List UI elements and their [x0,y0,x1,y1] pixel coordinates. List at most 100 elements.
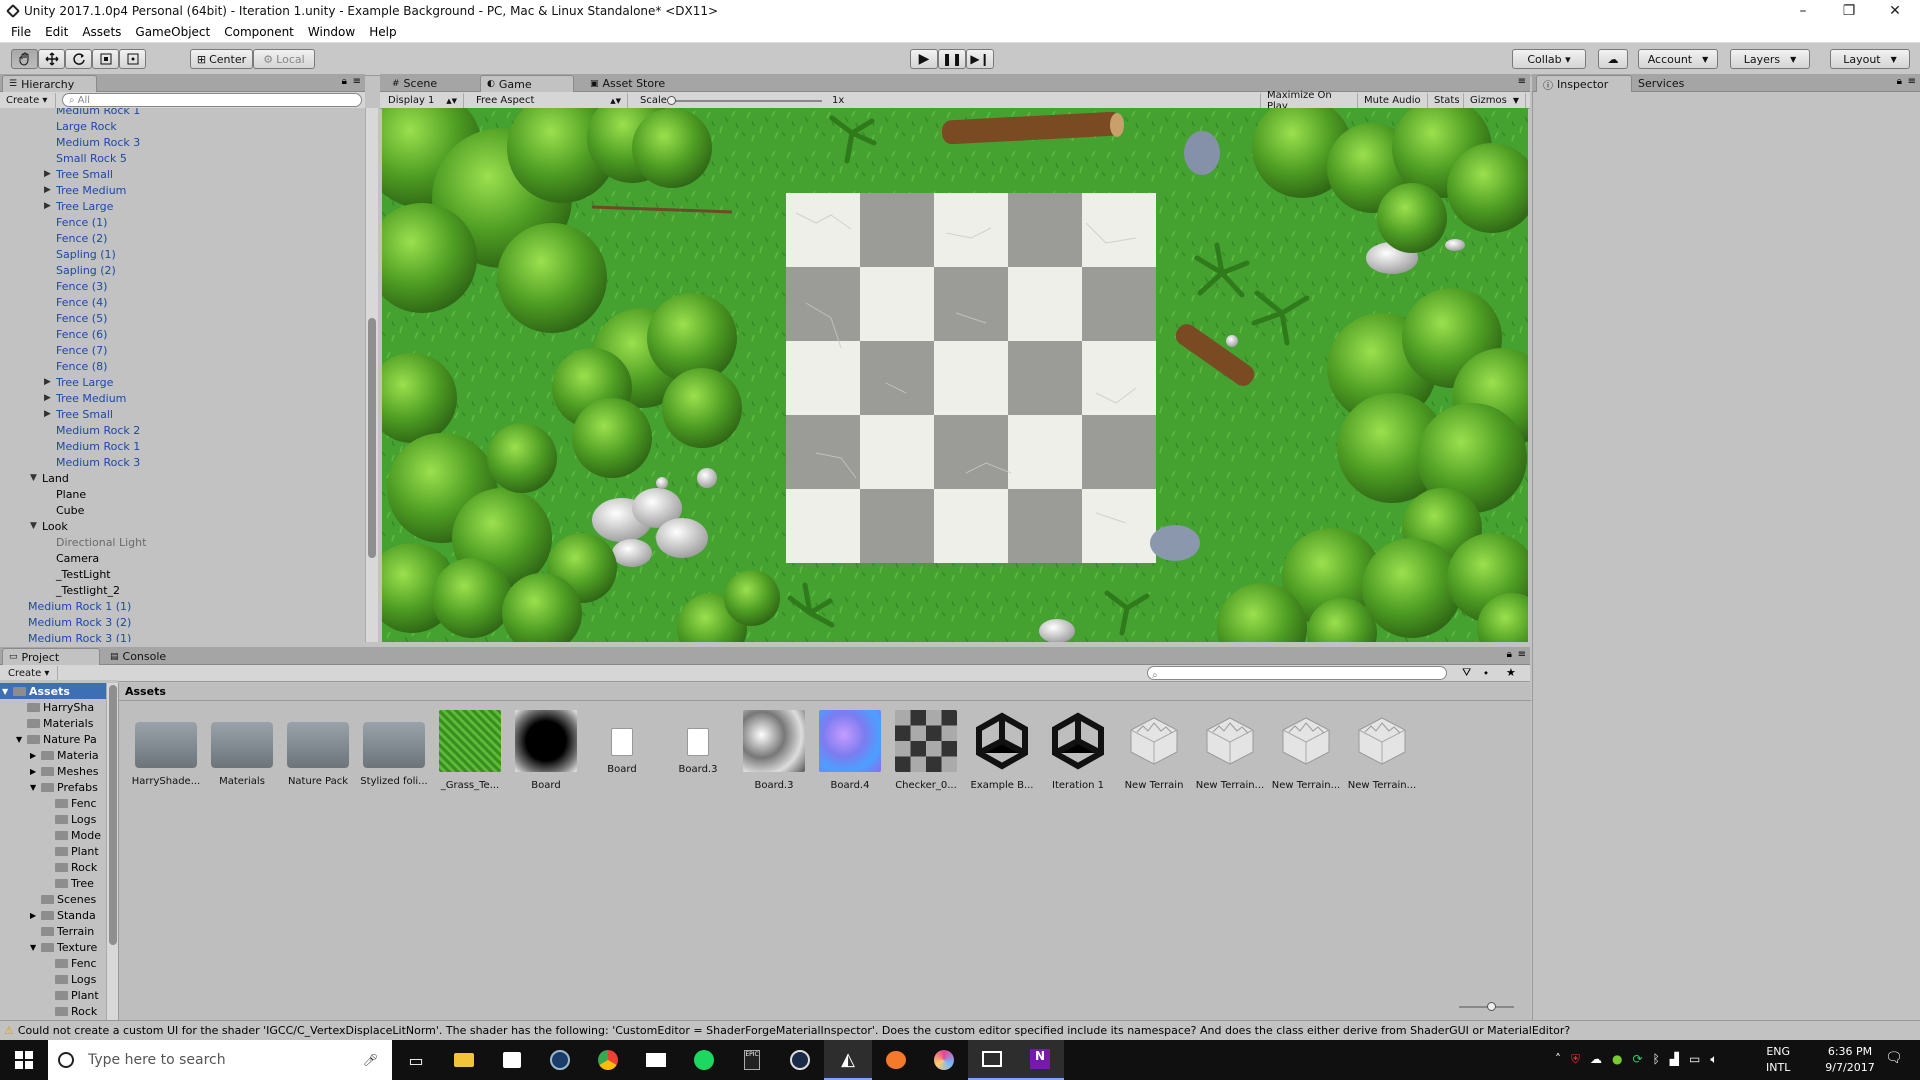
expand-arrow-icon[interactable]: ▶ [44,409,56,419]
hierarchy-item[interactable]: _TestLight [44,566,111,582]
maximize-on-play-toggle[interactable]: Maximize On Play [1260,90,1358,112]
paint-app-icon[interactable] [920,1040,968,1080]
hierarchy-item[interactable]: Medium Rock 3 [44,134,140,150]
project-tree-item[interactable]: ▶ Standa [30,907,96,923]
expand-arrow-icon[interactable]: ▼ [16,735,27,744]
hierarchy-item[interactable]: ▶ Tree Medium [44,182,126,198]
expand-arrow-icon[interactable]: ▶ [44,393,56,403]
hierarchy-item[interactable]: Fence (8) [44,358,107,374]
hierarchy-scrollbar[interactable] [365,108,378,642]
expand-arrow-icon[interactable]: ▶ [30,767,41,776]
expand-arrow-icon[interactable]: ▶ [44,169,56,179]
project-tree-item[interactable]: Tree [44,875,94,891]
hierarchy-item[interactable]: Medium Rock 3 [44,454,140,470]
hierarchy-item[interactable]: Small Rock 5 [44,150,127,166]
gizmos-dropdown[interactable]: Gizmos ▼ [1464,93,1526,108]
hierarchy-item[interactable]: Plane [44,486,86,502]
volume-icon[interactable]: 🔈︎ [1710,1052,1717,1067]
scale-slider[interactable] [667,96,822,105]
action-center-icon[interactable]: 🗨︎ [1885,1050,1903,1066]
steam-client-icon[interactable] [776,1040,824,1080]
hierarchy-item[interactable]: Sapling (2) [44,262,116,278]
photos-icon[interactable] [968,1040,1016,1080]
hierarchy-item[interactable]: Fence (3) [44,278,107,294]
menu-component[interactable]: Component [217,25,301,39]
account-dropdown[interactable]: Account ▼ [1638,49,1718,69]
display-icon[interactable]: ▭ [1689,1052,1700,1067]
expand-arrow-icon[interactable]: ▼ [2,687,13,696]
onenote-icon[interactable]: N [1016,1040,1064,1080]
project-tree-item[interactable]: ▼ Prefabs [30,779,98,795]
store-app-icon[interactable] [488,1040,536,1080]
hierarchy-item[interactable]: Fence (1) [44,214,107,230]
asset-item[interactable]: HarryShade... [128,710,204,787]
project-tree-item[interactable]: ▼ Nature Pa [16,731,97,747]
hierarchy-item[interactable]: Medium Rock 1 [44,108,140,118]
layout-dropdown[interactable]: Layout ▼ [1830,49,1910,69]
tab-inspector[interactable]: ⓘ Inspector [1536,75,1632,92]
menu-gameobject[interactable]: GameObject [128,25,217,39]
filter-label-icon[interactable]: ⬩ [1484,666,1488,680]
project-tree-item[interactable]: Logs [44,811,96,827]
tab-asset-store[interactable]: ▣ Asset Store [584,75,694,92]
pivot-center-toggle[interactable]: ⊞ Center [190,49,253,69]
menu-window[interactable]: Window [301,25,362,39]
project-tree-item[interactable]: Fenc [44,795,97,811]
panel-menu-icon[interactable]: ≡ [1518,649,1526,660]
close-button[interactable]: ✕ [1872,0,1918,22]
expand-arrow-icon[interactable]: ▼ [30,521,42,531]
project-tree-item[interactable]: Scenes [30,891,96,907]
asset-item[interactable]: Stylized foli... [356,710,432,787]
asset-item[interactable]: Board.3 [736,710,812,791]
hierarchy-item[interactable]: Camera [44,550,99,566]
project-tree-item[interactable]: Rock [44,1003,97,1019]
project-tree-item[interactable]: Plant [44,843,99,859]
project-tree-item[interactable]: Mode [44,827,101,843]
hierarchy-scroll-thumb[interactable] [368,318,376,558]
expand-arrow-icon[interactable]: ▶ [30,751,41,760]
expand-arrow-icon[interactable]: ▶ [44,185,56,195]
panel-menu-icon[interactable]: ≡ [1908,76,1916,87]
epic-games-icon[interactable]: EPIC [728,1040,776,1080]
hierarchy-item[interactable]: Cube [44,502,84,518]
panel-menu-icon[interactable]: ≡ [1518,76,1526,87]
asset-item[interactable]: New Terrain... [1268,710,1344,791]
hierarchy-item[interactable]: ▶ Tree Small [44,406,113,422]
asset-item[interactable]: Nature Pack [280,710,356,787]
hierarchy-item[interactable]: _Testlight_2 [44,582,120,598]
microphone-icon[interactable]: 🎤︎ [363,1053,378,1067]
hierarchy-item[interactable]: Sapling (1) [44,246,116,262]
expand-arrow-icon[interactable]: ▶ [30,911,41,920]
tab-hierarchy[interactable]: ☰ Hierarchy [2,75,97,92]
expand-arrow-icon[interactable]: ▼ [30,783,41,792]
hierarchy-item[interactable]: ▼ Look [30,518,68,534]
blender-icon[interactable] [872,1040,920,1080]
menu-file[interactable]: File [4,25,38,39]
project-tree-item[interactable]: ▶ Materia [30,747,99,763]
wifi-icon[interactable]: ▟ [1670,1052,1679,1067]
onedrive-icon[interactable]: ☁ [1590,1052,1602,1067]
hierarchy-item[interactable]: Medium Rock 3 (2) [16,614,131,630]
sync-icon[interactable]: ⟳ [1633,1052,1643,1067]
stats-toggle[interactable]: Stats [1428,93,1464,108]
tab-project[interactable]: ▭ Project [2,648,100,665]
project-tree-scroll-thumb[interactable] [109,685,117,945]
expand-arrow-icon[interactable]: ▶ [44,377,56,387]
move-tool-icon[interactable] [38,49,65,69]
aspect-dropdown[interactable]: Free Aspect ▲▼ [470,93,628,108]
hierarchy-item[interactable]: ▶ Tree Large [44,374,113,390]
hierarchy-item[interactable]: ▶ Tree Small [44,166,113,182]
asset-item[interactable]: Board.3 [660,710,736,775]
hierarchy-item[interactable]: Medium Rock 2 [44,422,140,438]
cloud-button[interactable]: ☁ [1598,49,1628,69]
layers-dropdown[interactable]: Layers ▼ [1730,49,1810,69]
asset-item[interactable]: New Terrain... [1192,710,1268,791]
project-tree-item[interactable]: ▼ Assets [0,683,110,699]
project-tree-item[interactable]: ▼ Texture [30,939,97,955]
windows-start-icon[interactable] [0,1040,48,1080]
thumbnail-size-handle[interactable] [1487,1002,1496,1011]
asset-item[interactable]: New Terrain [1116,710,1192,791]
menu-help[interactable]: Help [362,25,403,39]
hierarchy-item[interactable]: ▶ Tree Large [44,198,113,214]
asset-item[interactable]: Board [584,710,660,775]
